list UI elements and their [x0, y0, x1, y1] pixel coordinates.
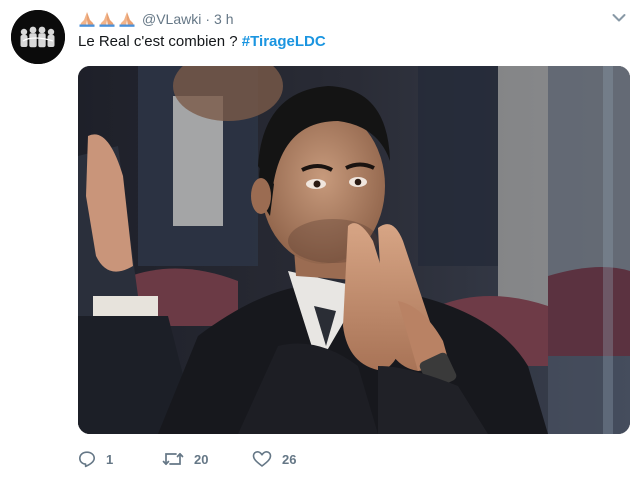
chevron-down-icon[interactable]	[612, 13, 626, 23]
tweet-text-body: Le Real c'est combien ?	[78, 33, 242, 50]
folded-hands-icon	[79, 12, 95, 27]
avatar-group-icon	[11, 10, 65, 64]
folded-hands-icon	[119, 12, 135, 27]
retweet-count: 20	[194, 451, 209, 467]
tweet-photo[interactable]	[78, 66, 630, 434]
tweet-card[interactable]: @VLawki · 3 h Le Real c'est combien ? #T…	[0, 0, 640, 478]
reply-button[interactable]: 1	[78, 450, 162, 468]
reply-icon	[79, 451, 95, 468]
reply-count: 1	[106, 451, 114, 467]
hashtag-link[interactable]: #TirageLDC	[242, 33, 326, 50]
retweet-button[interactable]: 20	[162, 450, 252, 468]
retweet-icon	[162, 452, 184, 466]
tweet-header: @VLawki · 3 h	[78, 9, 233, 29]
tweet-text: Le Real c'est combien ? #TirageLDC	[78, 32, 326, 52]
like-button[interactable]: 26	[252, 450, 332, 468]
tweet-timestamp[interactable]: 3 h	[214, 11, 233, 27]
heart-icon	[252, 451, 272, 467]
folded-hands-icon	[99, 12, 115, 27]
author-handle[interactable]: @VLawki	[142, 11, 201, 27]
like-count: 26	[282, 451, 297, 467]
avatar[interactable]	[11, 10, 65, 64]
tweet-actions: 1 20 26	[78, 448, 332, 470]
header-separator: ·	[205, 11, 211, 27]
photo-illustration	[78, 66, 630, 434]
author-display-name[interactable]	[78, 11, 138, 27]
